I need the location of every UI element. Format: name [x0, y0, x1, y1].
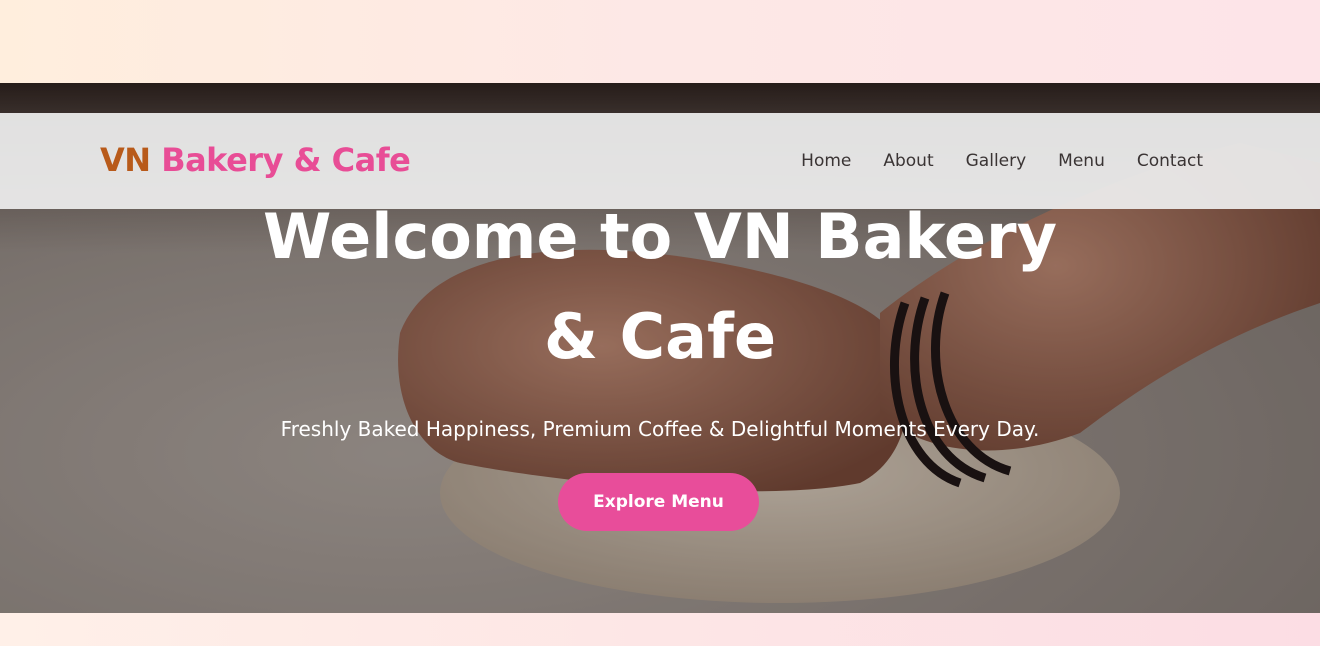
nav-link-gallery[interactable]: Gallery: [966, 149, 1027, 173]
nav-link-contact[interactable]: Contact: [1137, 149, 1203, 173]
nav-link-about[interactable]: About: [883, 149, 933, 173]
hero-title-line-2: & Cafe: [543, 300, 776, 373]
brand-prefix: VN: [100, 141, 151, 179]
nav-link-home[interactable]: Home: [801, 149, 851, 173]
brand-logo[interactable]: VN Bakery & Cafe: [100, 140, 411, 180]
explore-menu-button[interactable]: Explore Menu: [558, 473, 759, 531]
bottom-background-band: [0, 613, 1320, 646]
brand-name: Bakery & Cafe: [161, 141, 411, 179]
top-background-band: [0, 0, 1320, 83]
hero-subtitle: Freshly Baked Happiness, Premium Coffee …: [280, 417, 1040, 441]
main-nav: Home About Gallery Menu Contact: [769, 149, 1203, 173]
nav-link-menu[interactable]: Menu: [1058, 149, 1105, 173]
